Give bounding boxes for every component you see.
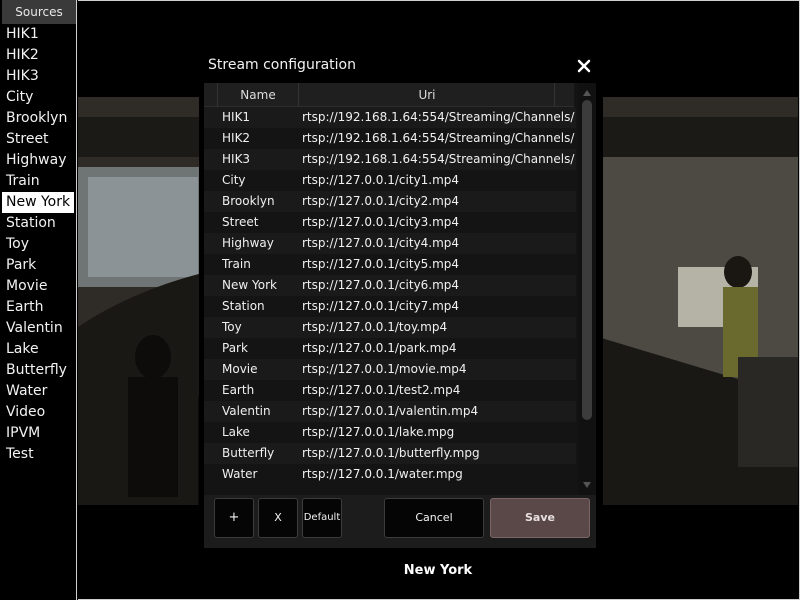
stream-configuration-dialog: Stream configuration Name Uri HIK1 rtsp:/… xyxy=(199,48,603,552)
row-name: Water xyxy=(222,467,258,481)
default-button[interactable]: Default xyxy=(302,498,342,538)
row-uri: rtsp://127.0.0.1/lake.mpg xyxy=(302,425,455,439)
table-row[interactable]: Lake rtsp://127.0.0.1/lake.mpg xyxy=(204,422,576,443)
source-item[interactable]: Lake xyxy=(0,339,76,360)
row-name: Train xyxy=(222,257,251,271)
row-uri: rtsp://127.0.0.1/city7.mp4 xyxy=(302,299,460,313)
table-row[interactable]: Earth rtsp://127.0.0.1/test2.mp4 xyxy=(204,380,576,401)
source-item[interactable]: Brooklyn xyxy=(0,108,76,129)
row-name: Movie xyxy=(222,362,258,376)
table-row[interactable]: Train rtsp://127.0.0.1/city5.mp4 xyxy=(204,254,576,275)
row-name: Butterfly xyxy=(222,446,275,460)
scroll-down-icon[interactable] xyxy=(582,480,592,490)
sources-sidebar: Sources HIK1 HIK2 HIK3 City Brooklyn Street Hi… xyxy=(0,0,77,600)
source-item[interactable]: Test xyxy=(0,444,76,465)
row-uri: rtsp://192.168.1.64:554/Streaming/Channe… xyxy=(302,110,575,124)
table-row[interactable]: Park rtsp://127.0.0.1/park.mp4 xyxy=(204,338,576,359)
row-name: Street xyxy=(222,215,259,229)
save-button[interactable]: Save xyxy=(490,498,590,538)
row-name: New York xyxy=(222,278,277,292)
table-rows: HIK1 rtsp://192.168.1.64:554/Streaming/Ch… xyxy=(204,107,576,485)
table-row[interactable]: Highway rtsp://127.0.0.1/city4.mp4 xyxy=(204,233,576,254)
source-item[interactable]: HIK2 xyxy=(0,45,76,66)
row-uri: rtsp://127.0.0.1/water.mpg xyxy=(302,467,463,481)
row-uri: rtsp://127.0.0.1/movie.mp4 xyxy=(302,362,467,376)
row-name: Highway xyxy=(222,236,274,250)
row-name: HIK2 xyxy=(222,131,251,145)
row-name: Earth xyxy=(222,383,255,397)
vertical-scrollbar[interactable] xyxy=(578,83,596,495)
source-item[interactable]: New York xyxy=(2,192,74,213)
row-uri: rtsp://127.0.0.1/city2.mp4 xyxy=(302,194,460,208)
row-uri: rtsp://127.0.0.1/test2.mp4 xyxy=(302,383,461,397)
column-header-spacer xyxy=(554,83,574,107)
table-row[interactable]: Street rtsp://127.0.0.1/city3.mp4 xyxy=(204,212,576,233)
source-item[interactable]: IPVM xyxy=(0,423,76,444)
table-row[interactable]: Movie rtsp://127.0.0.1/movie.mp4 xyxy=(204,359,576,380)
scroll-thumb[interactable] xyxy=(582,100,592,420)
table-header: Name Uri xyxy=(204,83,574,107)
row-uri: rtsp://127.0.0.1/city6.mp4 xyxy=(302,278,460,292)
sources-header: Sources xyxy=(2,0,76,24)
scroll-up-icon[interactable] xyxy=(582,88,592,98)
row-uri: rtsp://127.0.0.1/city5.mp4 xyxy=(302,257,460,271)
cancel-button[interactable]: Cancel xyxy=(384,498,484,538)
add-stream-button[interactable]: + xyxy=(214,498,254,538)
source-item[interactable]: Earth xyxy=(0,297,76,318)
source-item[interactable]: Video xyxy=(0,402,76,423)
table-row[interactable]: Water rtsp://127.0.0.1/water.mpg xyxy=(204,464,576,485)
close-icon[interactable] xyxy=(576,58,592,74)
table-row[interactable]: Butterfly rtsp://127.0.0.1/butterfly.mpg xyxy=(204,443,576,464)
row-uri: rtsp://127.0.0.1/city1.mp4 xyxy=(302,173,460,187)
source-item[interactable]: Water xyxy=(0,381,76,402)
row-name: Station xyxy=(222,299,265,313)
stream-caption: New York xyxy=(403,563,473,578)
source-item[interactable]: Highway xyxy=(0,150,76,171)
source-item[interactable]: Park xyxy=(0,255,76,276)
row-uri: rtsp://127.0.0.1/butterfly.mpg xyxy=(302,446,480,460)
dialog-button-bar: + X Default Cancel Save xyxy=(204,495,596,548)
source-item[interactable]: Train xyxy=(0,171,76,192)
row-name: Valentin xyxy=(222,404,271,418)
column-header-name[interactable]: Name xyxy=(217,83,299,107)
source-item[interactable]: Movie xyxy=(0,276,76,297)
row-name: Park xyxy=(222,341,248,355)
row-uri: rtsp://192.168.1.64:554/Streaming/Channe… xyxy=(302,152,575,166)
row-uri: rtsp://127.0.0.1/city3.mp4 xyxy=(302,215,460,229)
table-row[interactable]: Station rtsp://127.0.0.1/city7.mp4 xyxy=(204,296,576,317)
source-item[interactable]: Butterfly xyxy=(0,360,76,381)
table-row[interactable]: Valentin rtsp://127.0.0.1/valentin.mp4 xyxy=(204,401,576,422)
table-row[interactable]: City rtsp://127.0.0.1/city1.mp4 xyxy=(204,170,576,191)
row-name: HIK1 xyxy=(222,110,251,124)
source-item[interactable]: Toy xyxy=(0,234,76,255)
row-name: Lake xyxy=(222,425,250,439)
table-row[interactable]: Toy rtsp://127.0.0.1/toy.mp4 xyxy=(204,317,576,338)
dialog-title: Stream configuration xyxy=(208,57,356,73)
table-row[interactable]: New York rtsp://127.0.0.1/city6.mp4 xyxy=(204,275,576,296)
row-name: HIK3 xyxy=(222,152,251,166)
source-item[interactable]: City xyxy=(0,87,76,108)
row-uri: rtsp://127.0.0.1/toy.mp4 xyxy=(302,320,448,334)
table-row[interactable]: Brooklyn rtsp://127.0.0.1/city2.mp4 xyxy=(204,191,576,212)
row-name: City xyxy=(222,173,246,187)
source-item[interactable]: Station xyxy=(0,213,76,234)
remove-stream-button[interactable]: X xyxy=(258,498,298,538)
row-uri: rtsp://127.0.0.1/city4.mp4 xyxy=(302,236,460,250)
source-item[interactable]: Street xyxy=(0,129,76,150)
source-item[interactable]: HIK3 xyxy=(0,66,76,87)
row-uri: rtsp://192.168.1.64:554/Streaming/Channe… xyxy=(302,131,575,145)
table-row[interactable]: HIK3 rtsp://192.168.1.64:554/Streaming/Ch… xyxy=(204,149,576,170)
stream-table: Name Uri HIK1 rtsp://192.168.1.64:554/Str… xyxy=(204,83,596,495)
table-row[interactable]: HIK2 rtsp://192.168.1.64:554/Streaming/Ch… xyxy=(204,128,576,149)
row-uri: rtsp://127.0.0.1/park.mp4 xyxy=(302,341,457,355)
source-item[interactable]: Valentin xyxy=(0,318,76,339)
column-header-uri[interactable]: Uri xyxy=(300,83,554,107)
row-name: Brooklyn xyxy=(222,194,275,208)
table-row[interactable]: HIK1 rtsp://192.168.1.64:554/Streaming/Ch… xyxy=(204,107,576,128)
row-uri: rtsp://127.0.0.1/valentin.mp4 xyxy=(302,404,479,418)
row-name: Toy xyxy=(222,320,242,334)
source-item[interactable]: HIK1 xyxy=(0,24,76,45)
source-list: HIK1 HIK2 HIK3 City Brooklyn Street Highway Tra… xyxy=(0,24,76,465)
